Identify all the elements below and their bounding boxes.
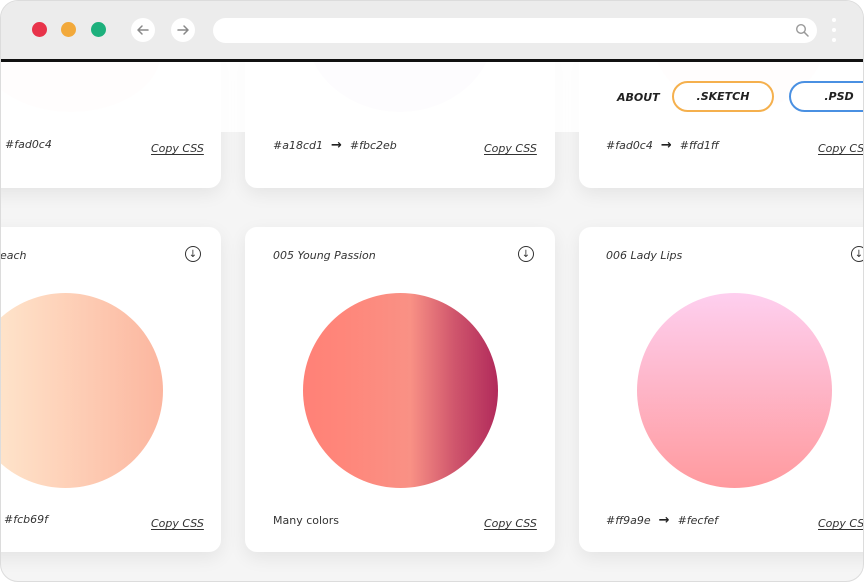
hex-to: #fbc2eb [349,139,397,152]
download-icon[interactable]: ↓ [185,246,201,262]
copy-css-link[interactable]: Copy CSS [151,517,204,530]
gradient-title: each [1,249,27,262]
browser-window: #fad0c4 Copy CSS #a18cd1 → #fbc2eb Copy … [0,0,864,582]
hex-from: #ff9a9e [606,514,651,527]
page-content: #fad0c4 Copy CSS #a18cd1 → #fbc2eb Copy … [1,62,863,581]
search-icon[interactable] [795,23,809,37]
gradient-swatch [303,293,498,488]
psd-label: .PSD [824,90,854,103]
download-icon[interactable]: ↓ [851,246,863,262]
back-button[interactable] [131,18,155,42]
vertical-dots-icon[interactable] [832,18,836,44]
arrow-left-icon [137,25,149,35]
color-stops: #fad0c4 [5,138,52,151]
hex-to: #fcb69f [4,513,48,526]
gradient-card: 005 Young Passion ↓ Many colors Copy CSS [245,227,555,552]
download-sketch-button[interactable]: .SKETCH [672,81,774,112]
arrow-right-icon: → [658,513,670,528]
gradient-title: 006 Lady Lips [606,249,683,262]
hex-from: #fad0c4 [5,138,52,151]
browser-toolbar [1,1,863,59]
arrow-right-icon: → [330,138,342,153]
minimize-window-dot[interactable] [61,22,76,37]
color-stops: #a18cd1 → #fbc2eb [273,138,397,153]
floating-nav: ABOUT .SKETCH .PSD [1,62,863,132]
copy-css-link[interactable]: Copy CSS [484,142,537,155]
sketch-label: .SKETCH [696,90,750,103]
many-colors-label: Many colors [273,514,340,527]
arrow-right-icon: → [660,138,672,153]
gradient-swatch [637,293,832,488]
download-psd-button[interactable]: .PSD [789,81,863,112]
color-stops: #fcb69f [4,513,48,526]
download-icon[interactable]: ↓ [518,246,534,262]
forward-button[interactable] [171,18,195,42]
color-stops: #fad0c4 → #ffd1ff [606,138,719,153]
gradient-swatch [1,293,163,488]
arrow-right-icon [177,25,189,35]
hex-from: #a18cd1 [273,139,323,152]
close-window-dot[interactable] [32,22,47,37]
copy-css-link[interactable]: Copy CSS [818,517,863,530]
gradient-card: each ↓ #fcb69f Copy CSS [1,227,221,552]
hex-to: #fecfef [677,514,718,527]
copy-css-link[interactable]: Copy CSS [484,517,537,530]
hex-to: #ffd1ff [679,139,719,152]
gradient-card: 006 Lady Lips ↓ #ff9a9e → #fecfef Copy C… [579,227,863,552]
gradient-title: 005 Young Passion [273,249,376,262]
address-bar[interactable] [213,18,817,43]
about-link[interactable]: ABOUT [617,91,660,104]
color-stops: #ff9a9e → #fecfef [606,513,718,528]
maximize-window-dot[interactable] [91,22,106,37]
hex-from: #fad0c4 [606,139,653,152]
copy-css-link[interactable]: Copy CSS [818,142,863,155]
copy-css-link[interactable]: Copy CSS [151,142,204,155]
